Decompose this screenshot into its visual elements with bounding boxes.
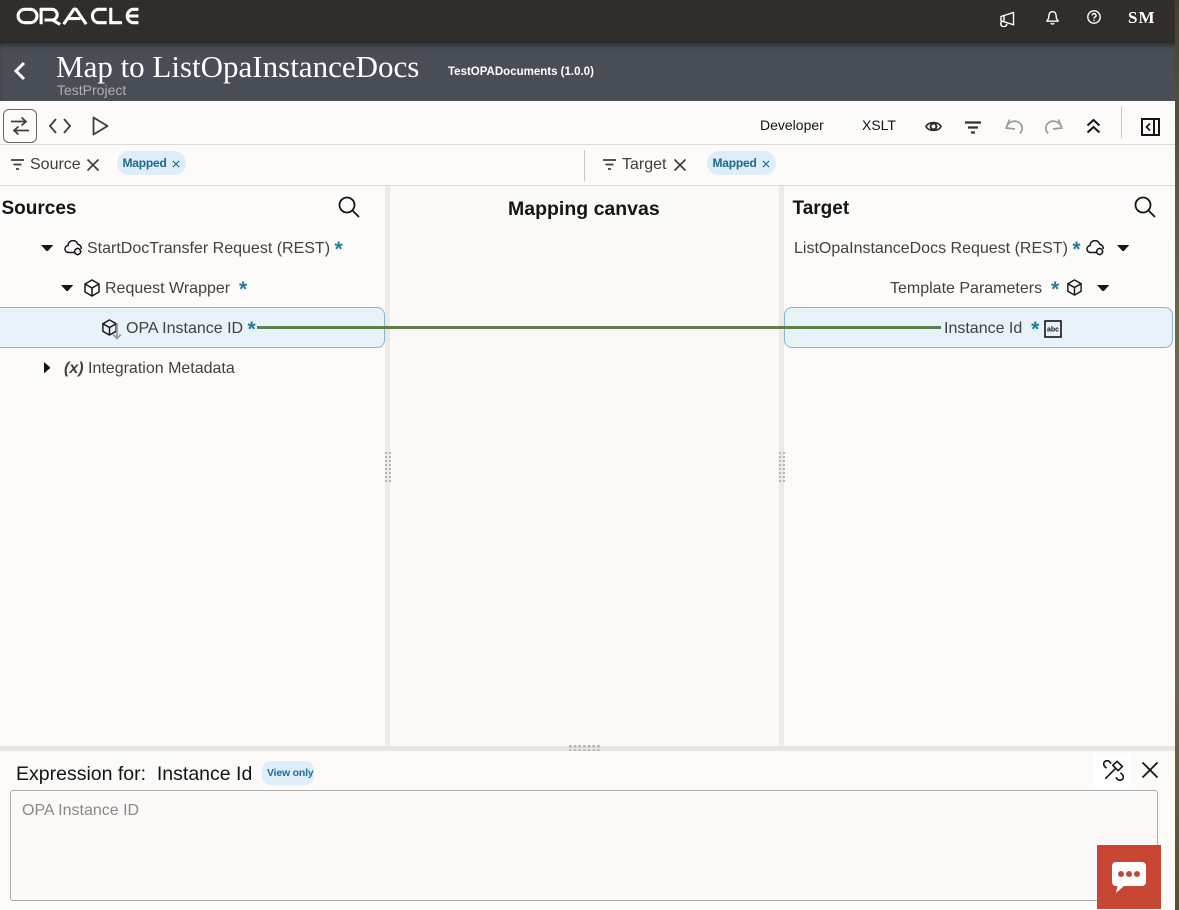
svg-text:abc: abc (1047, 327, 1059, 334)
